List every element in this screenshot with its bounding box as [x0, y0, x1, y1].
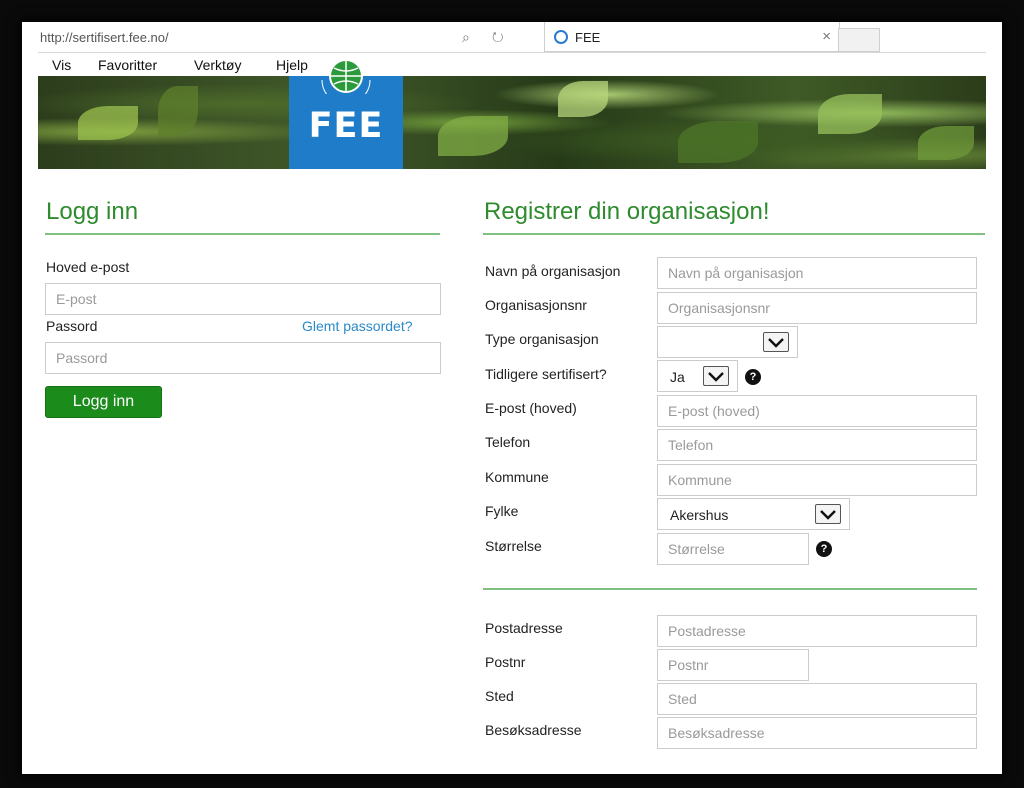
login-email-input[interactable] — [45, 283, 441, 315]
menu-verktoy[interactable]: Verktøy — [194, 57, 241, 73]
login-divider — [45, 233, 440, 235]
org-number-input[interactable] — [657, 292, 977, 324]
previously-certified-value: Ja — [670, 369, 685, 385]
postal-code-input[interactable] — [657, 649, 809, 681]
search-icon[interactable]: ⌕ — [462, 29, 492, 45]
postal-code-label: Postnr — [485, 654, 526, 670]
menu-hjelp[interactable]: Hjelp — [276, 57, 308, 73]
menu-vis[interactable]: Vis — [52, 57, 71, 73]
visit-address-input[interactable] — [657, 717, 977, 749]
municipality-input[interactable] — [657, 464, 977, 496]
postal-address-label: Postadresse — [485, 620, 563, 636]
municipality-label: Kommune — [485, 469, 549, 485]
place-label: Sted — [485, 688, 514, 704]
login-title: Logg inn — [46, 198, 139, 225]
chevron-down-icon[interactable] — [703, 366, 729, 386]
chevron-down-icon[interactable] — [763, 332, 789, 352]
login-button[interactable]: Logg inn — [45, 386, 162, 418]
menu-bar: Vis Favoritter Verktøy Hjelp — [38, 52, 986, 76]
org-name-input[interactable] — [657, 257, 977, 289]
email-main-input[interactable] — [657, 395, 977, 427]
org-name-label: Navn på organisasjon — [485, 263, 621, 279]
browser-tab[interactable]: FEE × — [544, 22, 840, 52]
phone-input[interactable] — [657, 429, 977, 461]
county-label: Fylke — [485, 503, 519, 519]
forgot-password-link[interactable]: Glemt passordet? — [302, 318, 413, 334]
org-type-select[interactable] — [657, 326, 798, 358]
leaf-decoration — [558, 81, 608, 117]
previously-certified-label: Tidligere sertifisert? — [485, 366, 607, 382]
address-text[interactable]: http://sertifisert.fee.no/ — [40, 30, 169, 45]
leaf-decoration — [158, 86, 198, 136]
size-input[interactable] — [657, 533, 809, 565]
leaf-decoration — [438, 116, 508, 156]
login-password-input[interactable] — [45, 342, 441, 374]
org-type-label: Type organisasjon — [485, 331, 599, 347]
register-divider — [483, 233, 985, 235]
leaf-decoration — [818, 94, 882, 134]
leaf-decoration — [78, 106, 138, 140]
phone-label: Telefon — [485, 434, 531, 450]
new-tab-button[interactable] — [838, 28, 880, 52]
org-number-label: Organisasjonsnr — [485, 297, 587, 313]
close-icon[interactable]: × — [822, 28, 831, 45]
place-input[interactable] — [657, 683, 977, 715]
county-select[interactable]: Akershus — [657, 498, 850, 530]
visit-address-label: Besøksadresse — [485, 722, 582, 738]
address-divider — [483, 588, 977, 590]
logo-text: FEE — [308, 106, 384, 146]
register-title: Registrer din organisasjon! — [484, 198, 770, 225]
help-icon[interactable]: ? — [745, 369, 761, 385]
size-label: Størrelse — [485, 538, 542, 554]
leaf-decoration — [678, 121, 758, 163]
refresh-icon[interactable]: ↻ — [492, 29, 526, 45]
leaf-decoration — [918, 126, 974, 160]
address-icons: ⌕↻ — [462, 29, 526, 46]
postal-address-input[interactable] — [657, 615, 977, 647]
globe-icon — [321, 59, 371, 94]
county-value: Akershus — [670, 507, 729, 523]
email-main-label: E-post (hoved) — [485, 400, 577, 416]
ie-favicon-icon — [554, 30, 568, 44]
fee-logo[interactable]: FEE — [289, 59, 403, 169]
browser-window: http://sertifisert.fee.no/ ⌕↻ FEE × Vis … — [22, 22, 1002, 774]
email-label: Hoved e-post — [46, 259, 130, 275]
menu-favoritter[interactable]: Favoritter — [98, 57, 157, 73]
previously-certified-select[interactable]: Ja — [657, 360, 738, 392]
help-icon[interactable]: ? — [816, 541, 832, 557]
password-label: Passord — [46, 318, 98, 334]
chevron-down-icon[interactable] — [815, 504, 841, 524]
tab-title: FEE — [575, 30, 601, 45]
header-banner: FEE — [38, 59, 986, 169]
